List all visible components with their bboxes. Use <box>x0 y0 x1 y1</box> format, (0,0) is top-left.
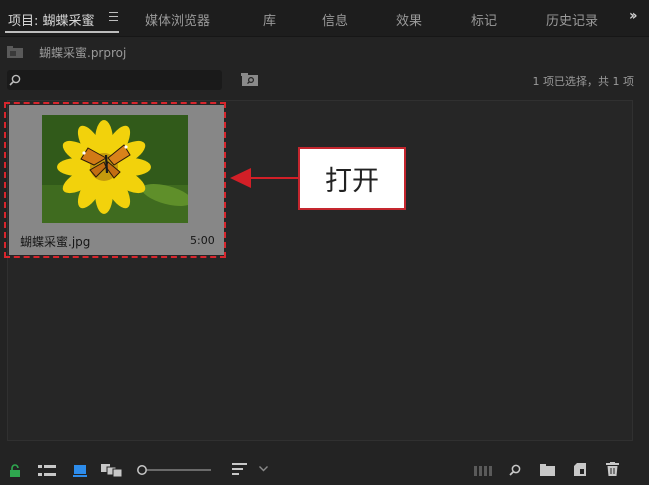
double-chevron-right-icon[interactable]: ›› <box>629 8 637 24</box>
freeform-view-icon[interactable] <box>101 464 123 477</box>
lock-icon[interactable] <box>10 464 20 477</box>
find-icon[interactable] <box>241 73 259 87</box>
list-view-icon[interactable] <box>38 465 56 477</box>
tab-media-browser[interactable]: 媒体浏览器 <box>145 10 210 29</box>
tab-history[interactable]: 历史记录 <box>546 10 598 29</box>
trash-icon[interactable] <box>606 462 619 476</box>
selection-count: 1 项已选择，共 1 项 <box>532 75 635 88</box>
folder-icon <box>7 46 23 58</box>
chevron-down-icon[interactable] <box>259 466 268 472</box>
icon-view-icon[interactable] <box>73 464 87 477</box>
find-icon[interactable] <box>509 464 521 476</box>
new-item-icon[interactable] <box>574 463 586 476</box>
tab-project[interactable]: 项目: 蝴蝶采蜜 <box>8 10 95 29</box>
divider <box>0 36 649 37</box>
tab-effects[interactable]: 效果 <box>396 10 422 29</box>
annotation-callout: 打开 <box>298 147 406 210</box>
zoom-slider[interactable] <box>136 464 212 476</box>
active-tab-indicator <box>5 31 119 33</box>
automate-icon[interactable] <box>474 466 492 476</box>
project-file-name: 蝴蝶采蜜.prproj <box>39 46 127 60</box>
new-bin-icon[interactable] <box>540 464 555 476</box>
hamburger-icon[interactable] <box>109 12 118 21</box>
panel-tab-bar: 项目: 蝴蝶采蜜 媒体浏览器 库 信息 效果 标记 历史记录 ›› <box>0 0 649 36</box>
highlight-frame <box>4 102 226 258</box>
search-input[interactable] <box>7 70 222 90</box>
bottom-toolbar <box>0 450 649 485</box>
arrow-shaft <box>250 177 299 179</box>
tab-libraries[interactable]: 库 <box>263 10 276 29</box>
tab-markers[interactable]: 标记 <box>471 10 497 29</box>
tab-info[interactable]: 信息 <box>322 10 348 29</box>
search-icon <box>9 74 21 86</box>
arrow-left-icon <box>230 168 251 188</box>
sort-icon[interactable] <box>232 463 247 476</box>
